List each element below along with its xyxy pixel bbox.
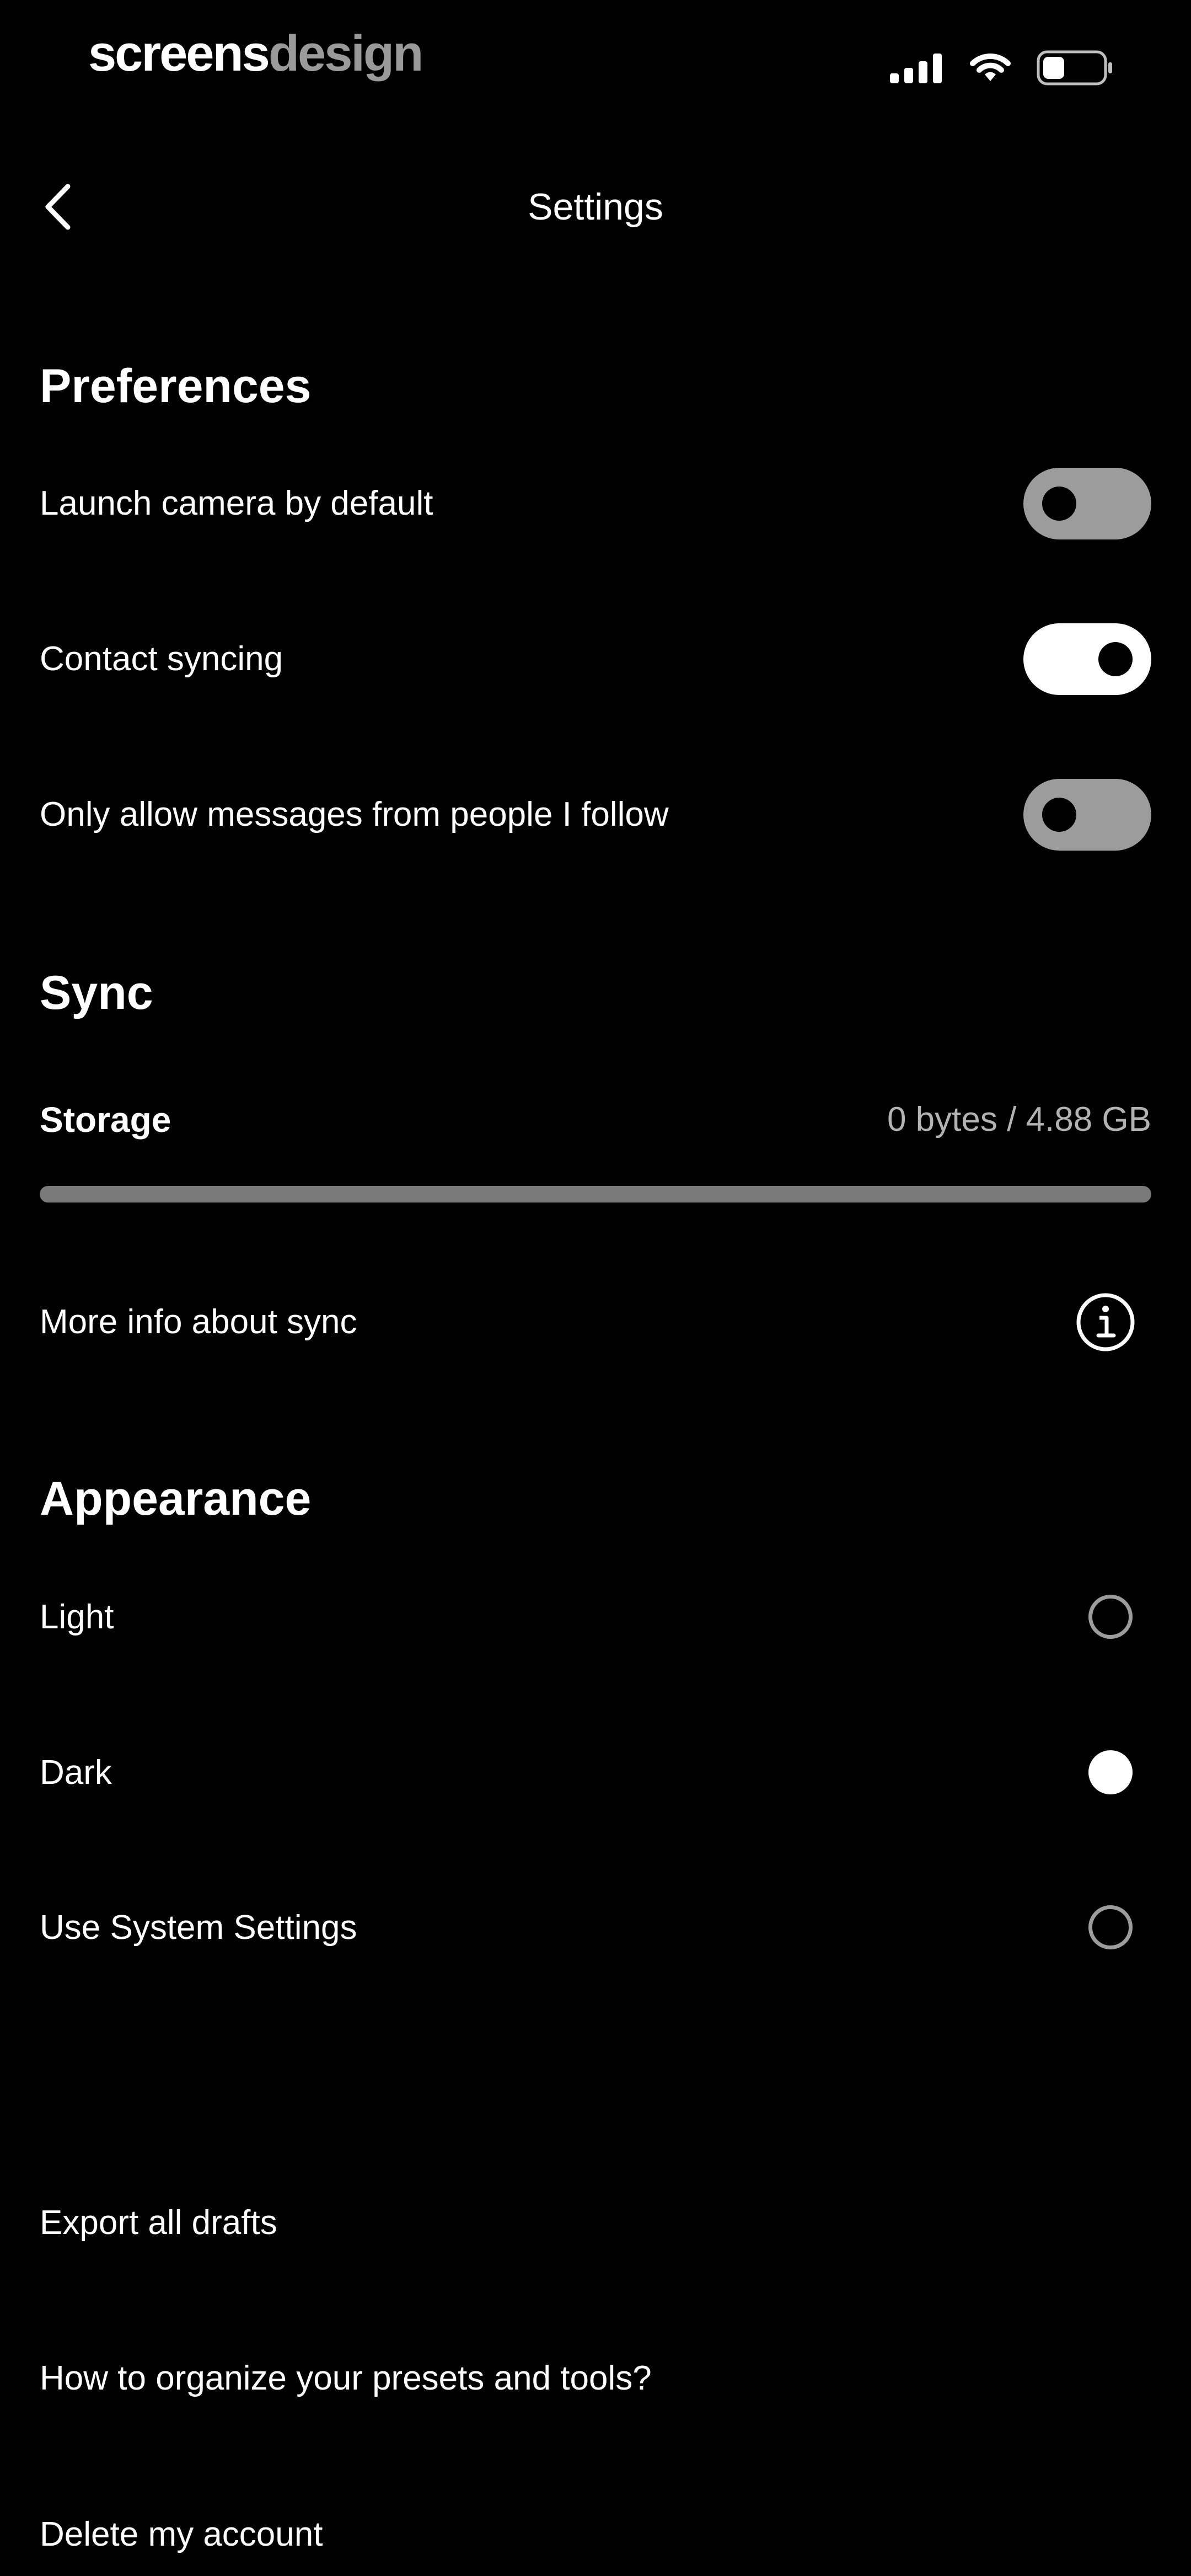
- toggle-knob: [1042, 798, 1076, 832]
- messages-from-followed-toggle[interactable]: [1023, 779, 1151, 851]
- appearance-option-dark-label: Dark: [40, 1754, 112, 1792]
- page-title: Settings: [528, 186, 663, 228]
- organize-presets-link[interactable]: How to organize your presets and tools?: [40, 2354, 652, 2403]
- storage-progress-bar: [40, 1186, 1151, 1203]
- info-button[interactable]: [1075, 1292, 1136, 1353]
- launch-camera-toggle[interactable]: [1023, 468, 1151, 539]
- brand-logo-part2: design: [268, 25, 423, 82]
- battery-icon: [1037, 50, 1112, 85]
- toggle-knob: [1042, 487, 1076, 521]
- info-icon: [1076, 1293, 1135, 1351]
- status-icons: [889, 49, 1114, 87]
- appearance-option-system-label: Use System Settings: [40, 1909, 357, 1947]
- signal-icon: [890, 54, 942, 83]
- launch-camera-label: Launch camera by default: [40, 484, 433, 522]
- preferences-section-title: Preferences: [40, 360, 312, 413]
- appearance-section-title: Appearance: [40, 1472, 312, 1525]
- wifi-icon: [970, 54, 1011, 81]
- sync-section-title: Sync: [40, 966, 153, 1019]
- appearance-option-light-radio[interactable]: [1088, 1595, 1133, 1639]
- toggle-knob: [1098, 642, 1133, 676]
- messages-from-followed-label: Only allow messages from people I follow: [40, 795, 669, 833]
- appearance-option-light-label: Light: [40, 1598, 114, 1636]
- more-info-sync-label[interactable]: More info about sync: [40, 1297, 357, 1347]
- brand-logo-part1: screens: [88, 25, 270, 82]
- storage-value: 0 bytes / 4.88 GB: [887, 1100, 1151, 1139]
- appearance-option-system-radio[interactable]: [1088, 1905, 1133, 1949]
- storage-label: Storage: [40, 1100, 171, 1140]
- contact-syncing-toggle[interactable]: [1023, 623, 1151, 695]
- contact-syncing-label: Contact syncing: [40, 640, 283, 678]
- appearance-option-dark-radio[interactable]: [1088, 1750, 1133, 1794]
- brand-logo: screensdesign: [88, 23, 423, 84]
- export-drafts-link[interactable]: Export all drafts: [40, 2198, 277, 2248]
- delete-account-link[interactable]: Delete my account: [40, 2510, 323, 2559]
